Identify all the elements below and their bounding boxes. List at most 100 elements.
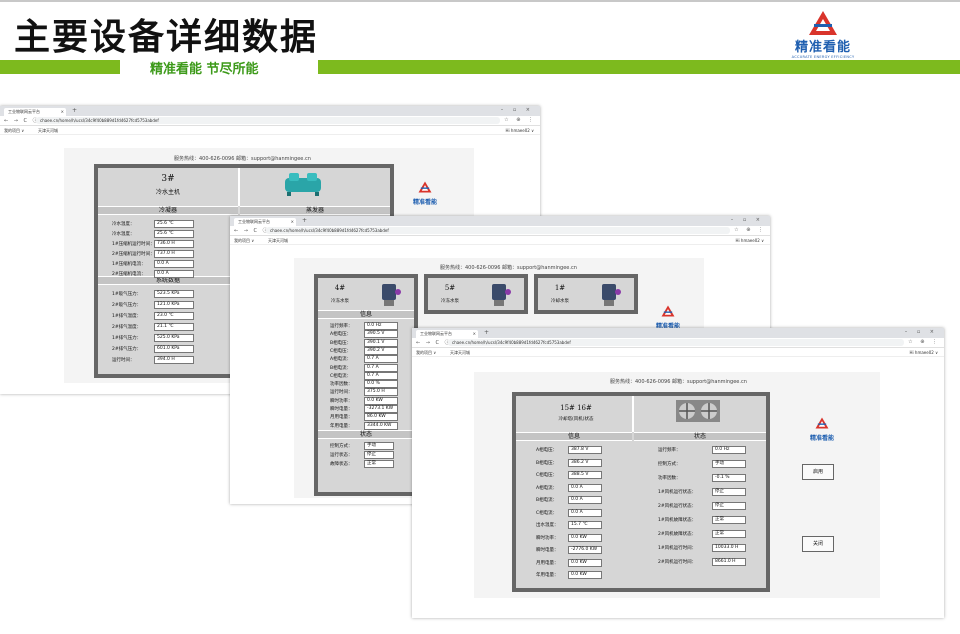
- field-value: 523.5 KPa: [154, 290, 194, 298]
- field-label: 2#排气温度：: [112, 325, 142, 330]
- pump-image: [382, 284, 401, 306]
- brand-logo: 精准看能 ACCURATE ENERGY EFFICIENCY: [778, 10, 868, 59]
- slide: 主要设备详细数据 精准看能 ACCURATE ENERGY EFFICIENCY…: [0, 0, 960, 634]
- field-value: 23.0 ℃: [154, 312, 194, 320]
- pump-image: [492, 284, 511, 306]
- field-value: 387.8 V: [568, 446, 602, 454]
- bookmark-projects[interactable]: 我的项目 ∨: [234, 236, 254, 245]
- browser-tab[interactable]: 工业物联网云平台 ×: [416, 330, 478, 338]
- field-label: 1#排气温度：: [112, 314, 142, 319]
- field-value: 0.0 KW: [568, 533, 602, 542]
- field-value: 0.0 %: [364, 380, 398, 389]
- user-menu[interactable]: Hi hmaee02 ∨: [506, 126, 534, 135]
- browser-tab[interactable]: 工业物联网云平台 ×: [234, 218, 296, 226]
- bookmark-projects[interactable]: 我的项目 ∨: [4, 126, 24, 135]
- mini-logo: 精准看能: [804, 414, 840, 442]
- new-tab-icon[interactable]: +: [302, 217, 307, 224]
- section-info: 信息: [516, 432, 632, 441]
- field-label: 1#压缩机电流：: [112, 262, 146, 267]
- section-evap: 冷凝器: [98, 206, 238, 215]
- field-label: 功率因数：: [330, 382, 353, 388]
- field-value: 121.0 KPa: [154, 301, 194, 309]
- nav-icons[interactable]: ← → C ⓘ: [4, 117, 40, 124]
- field-value: 0.0 Hz: [364, 322, 398, 330]
- window-controls[interactable]: – ▫ ×: [731, 217, 764, 223]
- bookmark-projects[interactable]: 我的项目 ∨: [416, 348, 436, 357]
- address-bar[interactable]: chaee.cn/home/h/ucsl/34c9f40b889d1fd4627…: [448, 339, 904, 346]
- address-bar[interactable]: chaee.cn/home/h/ucsl/34c9f40b889d1fd4627…: [36, 117, 500, 124]
- toolbar-icons[interactable]: ☆ ⊕ ⋮: [734, 227, 766, 233]
- field-value: 737.0 H: [154, 250, 194, 258]
- field-label: 1#压缩机运行时间：: [112, 242, 155, 247]
- chiller-type: 冷水主机: [155, 189, 180, 196]
- brand-name: 精准看能: [794, 40, 851, 55]
- close-icon[interactable]: ×: [473, 330, 476, 338]
- field-label: 2#压缩机运行时间：: [112, 252, 155, 257]
- toolbar-icons[interactable]: ☆ ⊕ ⋮: [504, 117, 536, 123]
- user-menu[interactable]: Hi hmaee02 ∨: [736, 236, 764, 245]
- new-tab-icon[interactable]: +: [484, 329, 489, 336]
- enable-button[interactable]: 启用: [802, 464, 834, 480]
- window-controls[interactable]: – ▫ ×: [905, 329, 938, 335]
- field-value: 375.0 H: [364, 388, 398, 397]
- hotline-text: 服务热线：400-626-0096 邮箱：support@hanmingee.c…: [610, 379, 747, 385]
- chiller-name: 3#: [161, 174, 175, 184]
- top-rule: [0, 0, 960, 2]
- toolbar-icons[interactable]: ☆ ⊕ ⋮: [908, 339, 940, 345]
- field-label: 1#排气压力：: [112, 336, 142, 341]
- window-controls[interactable]: – ▫ ×: [501, 107, 534, 113]
- close-icon[interactable]: ×: [61, 108, 64, 116]
- field-value: 正常: [712, 530, 746, 538]
- field-value: 0.7 A: [364, 371, 398, 380]
- field-label: A相电压：: [536, 448, 558, 453]
- bookmark-site[interactable]: 天津天河城: [450, 348, 470, 357]
- browser-tab[interactable]: 工业物联网云平台 ×: [4, 108, 66, 116]
- field-value: 0.0 KW: [364, 396, 398, 405]
- field-label: 冷水温度：: [112, 222, 135, 227]
- user-menu[interactable]: Hi hmaee02 ∨: [910, 348, 938, 357]
- address-bar[interactable]: chaee.cn/home/h/ucsl/34c9f40b889d1fd4627…: [266, 227, 730, 234]
- field-value: 388.5 V: [568, 471, 602, 479]
- field-value: -3273.1 KW: [364, 405, 398, 413]
- field-label: A相电流：: [536, 485, 558, 491]
- field-label: 1#风机运行时间：: [658, 546, 697, 551]
- field-value: 25.6 ℃: [154, 230, 194, 238]
- bookmark-site[interactable]: 天津天河城: [38, 126, 58, 135]
- nav-icons[interactable]: ← → C ⓘ: [234, 227, 270, 234]
- field-value: 10033.0 H: [712, 544, 746, 552]
- bookmark-site[interactable]: 天津天河城: [268, 236, 288, 245]
- pump-panel-1: 1# 冷却水泵: [534, 274, 638, 314]
- field-value: -2776.0 KW: [568, 546, 602, 554]
- field-value: 386.2 V: [568, 458, 602, 467]
- field-value: 0.0 A: [154, 270, 194, 278]
- page-title: 主要设备详细数据: [14, 16, 319, 58]
- field-value: 0.0 A: [154, 260, 194, 268]
- close-icon[interactable]: ×: [291, 218, 294, 226]
- new-tab-icon[interactable]: +: [72, 107, 77, 114]
- tower-screenshot: 工业物联网云平台 × + – ▫ × ← → C ⓘ chaee.cn/home/…: [412, 328, 944, 618]
- field-label: 月用电量：: [536, 560, 559, 566]
- field-label: 瞬时电量：: [330, 407, 353, 412]
- field-value: 正常: [364, 460, 394, 468]
- field-label: 1#风机运行状态：: [658, 490, 697, 495]
- section-state: 状态: [634, 432, 766, 441]
- field-value: 3344.0 KW: [364, 421, 398, 430]
- field-label: 瞬时电量：: [536, 548, 559, 553]
- field-value: 0.7 A: [364, 363, 398, 372]
- field-label: 2#风机故障状态：: [658, 532, 697, 537]
- field-value: 86.0 KW: [364, 413, 398, 422]
- field-label: 出水温度：: [536, 523, 559, 528]
- tower-type: 冷却塔(风机)状态: [558, 417, 594, 422]
- field-value: 停止: [712, 502, 746, 510]
- disable-button[interactable]: 关闭: [802, 536, 834, 552]
- field-label: 瞬时功率：: [330, 398, 353, 404]
- nav-icons[interactable]: ← → C ⓘ: [416, 339, 452, 346]
- tower-panel: 15# 16# 冷却塔(风机)状态 信息 状态 A相电压： 387.8 V B相电压…: [512, 392, 770, 592]
- field-label: 2#压缩机电流：: [112, 272, 146, 277]
- field-label: 冷水温度：: [112, 232, 135, 237]
- hotline-text: 服务热线：400-626-0096 邮箱：support@hanmingee.c…: [440, 265, 577, 271]
- field-label: 运行状态：: [330, 453, 353, 458]
- field-value: 停止: [712, 488, 746, 496]
- field-label: 运行时间：: [112, 358, 135, 363]
- field-label: C相电流：: [330, 373, 352, 379]
